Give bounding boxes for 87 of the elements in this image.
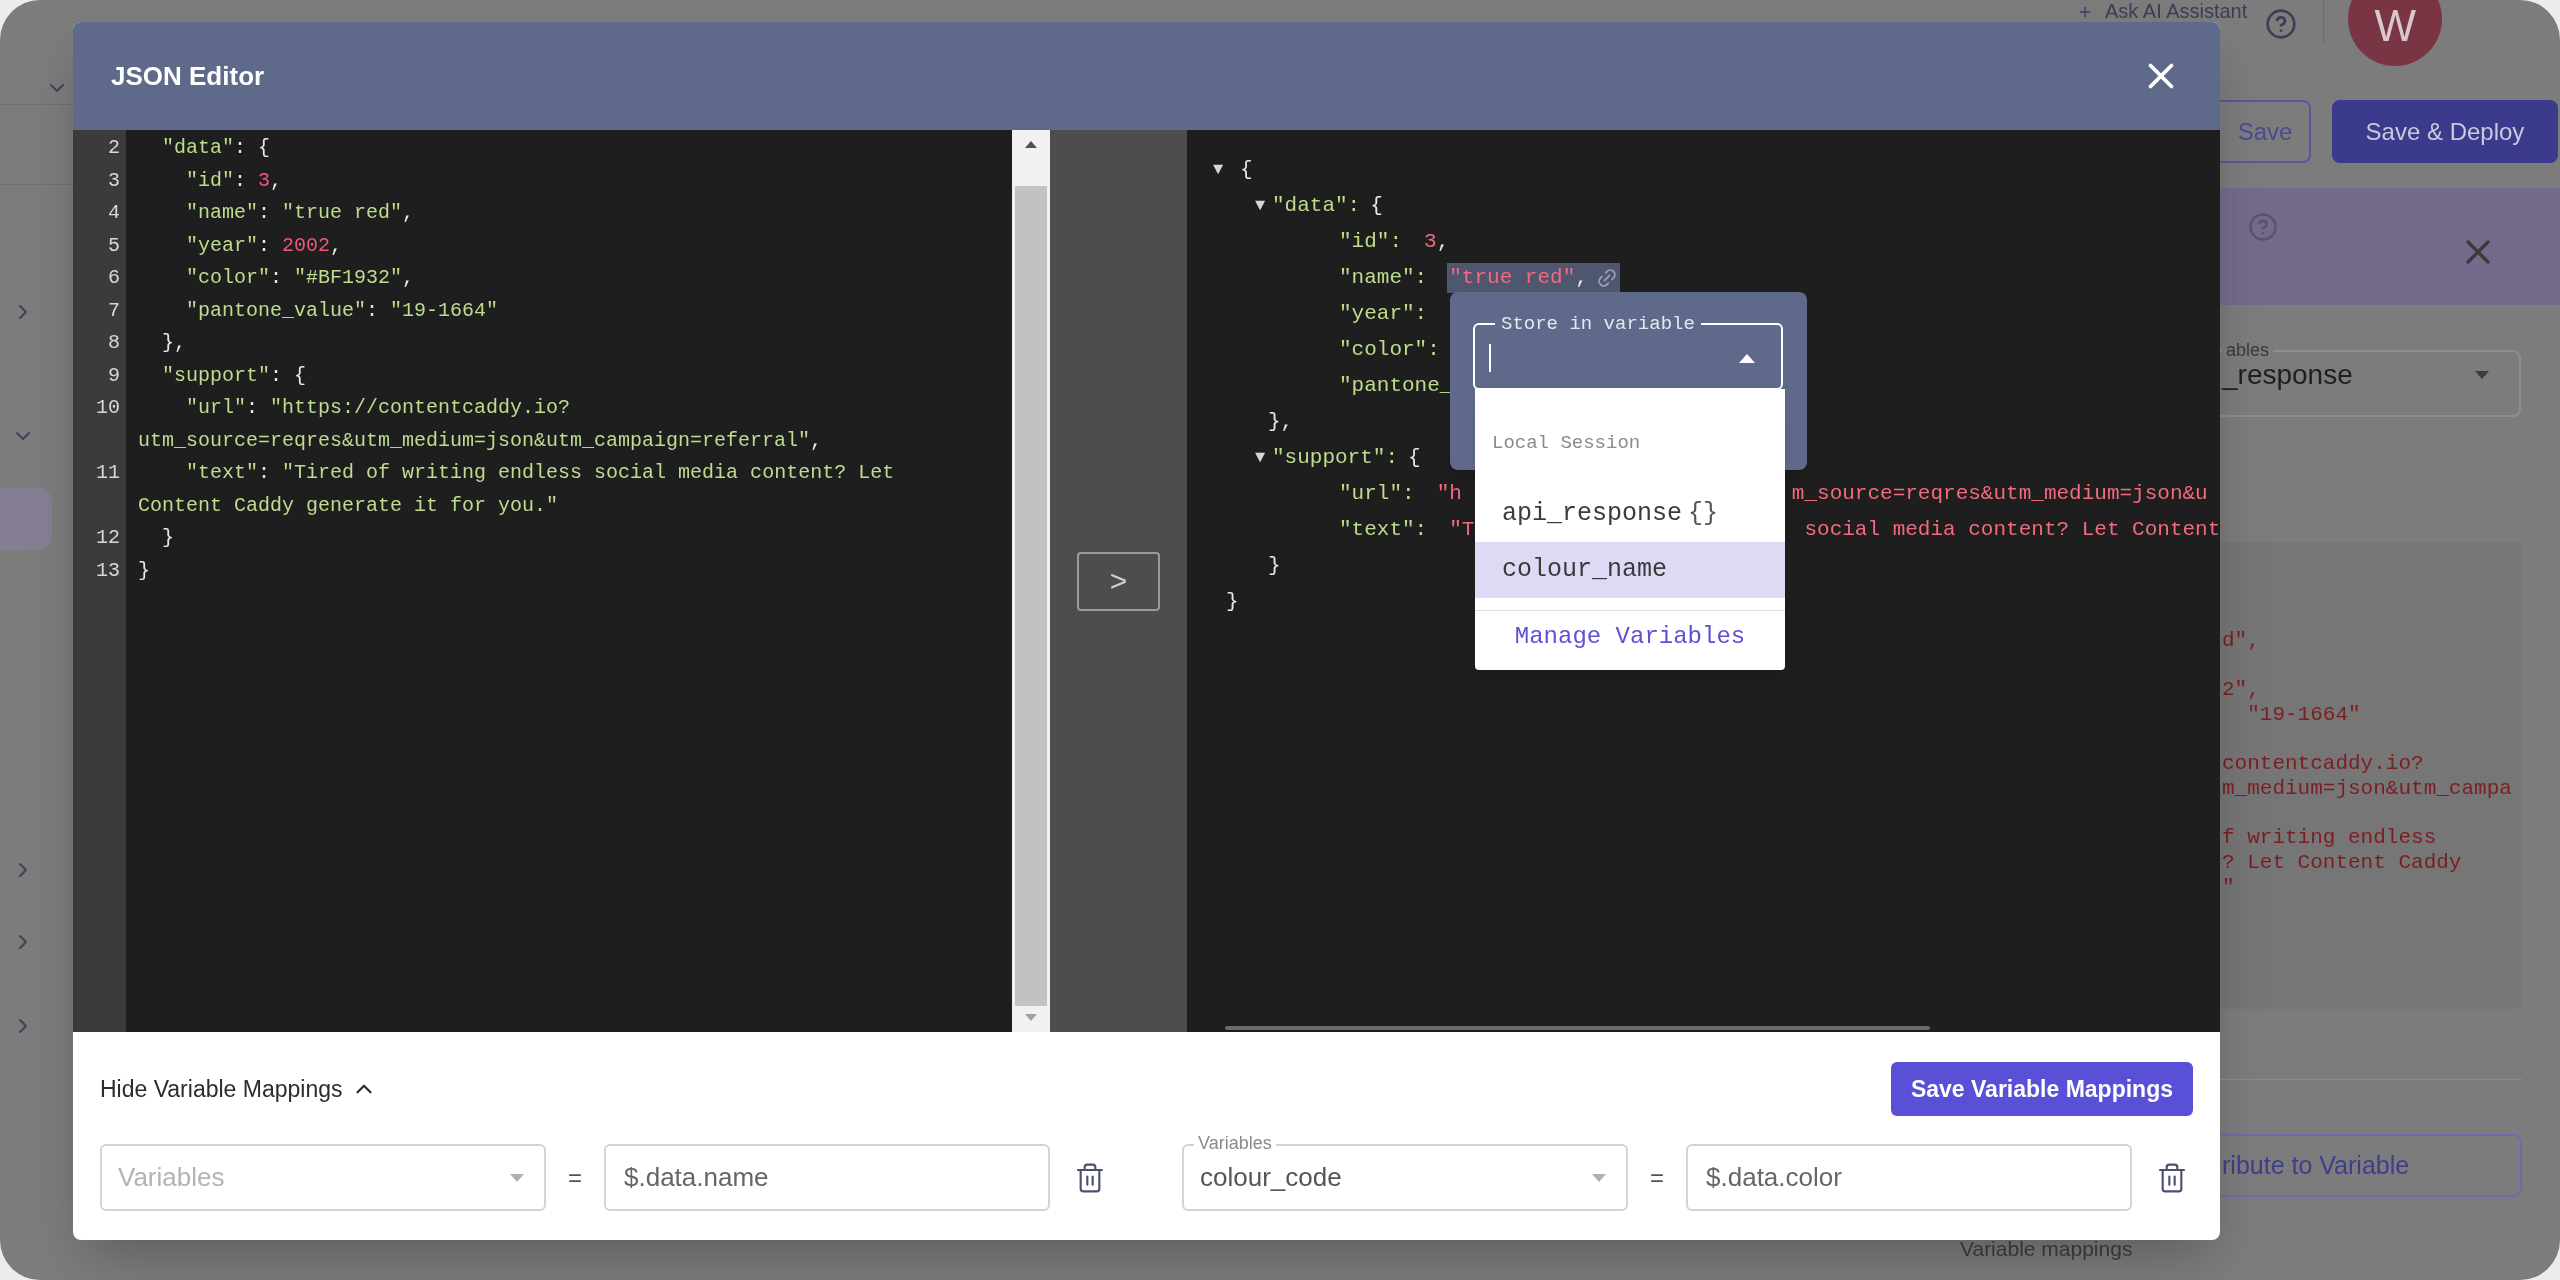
json-brace: } — [1226, 589, 1239, 616]
json-key: "name": — [1339, 262, 1428, 294]
code-line: "text": "Tired of writing endless social media content? Let — [185, 460, 896, 486]
code-line: "year": 2002, — [185, 232, 344, 259]
save-deploy-button[interactable]: Save & Deploy — [2332, 100, 2558, 163]
json-brace: { — [1240, 157, 1253, 184]
json-value: social media content? Let Content — [1804, 517, 2220, 544]
dropdown-caret-icon — [2475, 371, 2489, 379]
dialog-title: JSON Editor — [111, 59, 265, 93]
json-value: m_source=reqres&utm_medium=json&u — [1791, 481, 2208, 508]
path-field[interactable]: $.data.color — [1686, 1144, 2133, 1211]
line-number: 11 — [95, 460, 121, 486]
value-highlight[interactable]: "true red", — [1447, 263, 1620, 293]
line-number: 7 — [107, 297, 121, 324]
line-number: 9 — [107, 362, 121, 389]
json-key: "url": — [1339, 478, 1415, 510]
path-field[interactable]: $.data.name — [604, 1144, 1050, 1211]
code-line: Content Caddy generate it for you." — [138, 492, 560, 519]
code-line: } — [161, 525, 175, 551]
variable-option[interactable]: api_response {} — [1475, 485, 1785, 542]
dropdown-caret-icon — [1592, 1174, 1606, 1182]
code-line: "name": "true red", — [185, 200, 416, 226]
json-brace: } — [1268, 553, 1281, 580]
code-line: utm_source=reqres&utm_medium=json&utm_campaign=referral", — [138, 427, 824, 454]
section-heading: Variable mappings — [1960, 1237, 2134, 1261]
json-key: "support": — [1272, 442, 1399, 474]
line-number: 13 — [95, 557, 121, 584]
line-number: 3 — [107, 167, 121, 194]
json-value: "true red", — [1449, 265, 1588, 292]
group-heading: Local Session — [1492, 431, 1642, 456]
variable-dropdown[interactable]: Variables — [100, 1144, 546, 1211]
code-line: "color": "#BF1932", — [185, 265, 416, 291]
code-line: } — [138, 557, 151, 584]
code-line: "url": "https://contentcaddy.io? — [185, 395, 572, 421]
code-line: 2", — [2222, 677, 2261, 702]
equals-sign: = — [1650, 1162, 1665, 1193]
help-icon[interactable] — [2265, 8, 2298, 40]
json-key: "pantone_ — [1339, 370, 1453, 402]
line-number: 10 — [95, 395, 121, 421]
code-line: "support": { — [161, 362, 308, 389]
line-number: 8 — [107, 330, 121, 356]
scrollbar[interactable] — [1012, 130, 1050, 1032]
json-brace: { — [1408, 445, 1421, 472]
line-number: 4 — [107, 200, 121, 226]
save-mappings-button[interactable]: Save Variable Mappings — [1890, 1062, 2193, 1116]
code-line: contentcaddy.io? — [2222, 751, 2425, 776]
code-line: "pantone_value": "19-1664" — [185, 297, 500, 324]
value-highlight[interactable]: 3, — [1422, 227, 1452, 257]
user-avatar[interactable]: W — [2348, 0, 2443, 66]
transfer-button[interactable]: > — [1077, 551, 1160, 611]
code-line: f writing endless — [2222, 825, 2438, 850]
line-number: 2 — [107, 135, 121, 161]
value-highlight[interactable]: "T — [1447, 515, 1477, 545]
variable-option[interactable]: colour_name — [1475, 541, 1785, 598]
json-key: "data": — [1272, 190, 1361, 222]
json-brace: { — [1370, 193, 1383, 220]
code-line: d", — [2222, 628, 2261, 653]
collapse-toggle[interactable]: ▼ — [1255, 445, 1272, 471]
horizontal-scrollbar[interactable] — [1225, 1026, 1930, 1030]
code-line: m_medium=json&utm_campa — [2222, 776, 2513, 801]
json-key: "color": — [1339, 334, 1440, 366]
hide-mappings-toggle[interactable]: Hide Variable Mappings — [100, 1071, 377, 1107]
help-icon[interactable] — [2248, 212, 2278, 242]
equals-sign: = — [568, 1162, 582, 1193]
line-number: 12 — [95, 525, 121, 551]
manage-variables-link[interactable]: Manage Variables — [1514, 618, 1746, 655]
code-line: " — [2222, 875, 2236, 900]
dropdown-caret-icon — [510, 1174, 524, 1182]
code-line: "19-1664" — [2246, 702, 2362, 727]
code-line: "id": 3, — [185, 167, 284, 194]
dropdown-caret-icon — [1739, 353, 1755, 363]
value-highlight[interactable]: "h — [1434, 479, 1464, 509]
selected-row-background — [0, 488, 52, 550]
collapse-toggle[interactable]: ▼ — [1255, 193, 1272, 219]
line-number: 6 — [107, 265, 121, 291]
line-number: 5 — [107, 232, 121, 259]
json-key: "id": — [1339, 226, 1402, 258]
json-brace: }, — [1268, 409, 1294, 436]
text-cursor — [1489, 344, 1491, 373]
code-line: "data": { — [161, 135, 272, 161]
plus-icon — [2077, 4, 2093, 20]
code-line: ? Let Content Caddy — [2222, 850, 2463, 875]
json-key: "text": — [1339, 514, 1428, 546]
code-line: }, — [161, 330, 187, 356]
json-key: "year": — [1339, 298, 1428, 330]
collapse-toggle[interactable]: ▼ — [1213, 157, 1230, 183]
field-label: Store in variable — [1500, 312, 1696, 337]
